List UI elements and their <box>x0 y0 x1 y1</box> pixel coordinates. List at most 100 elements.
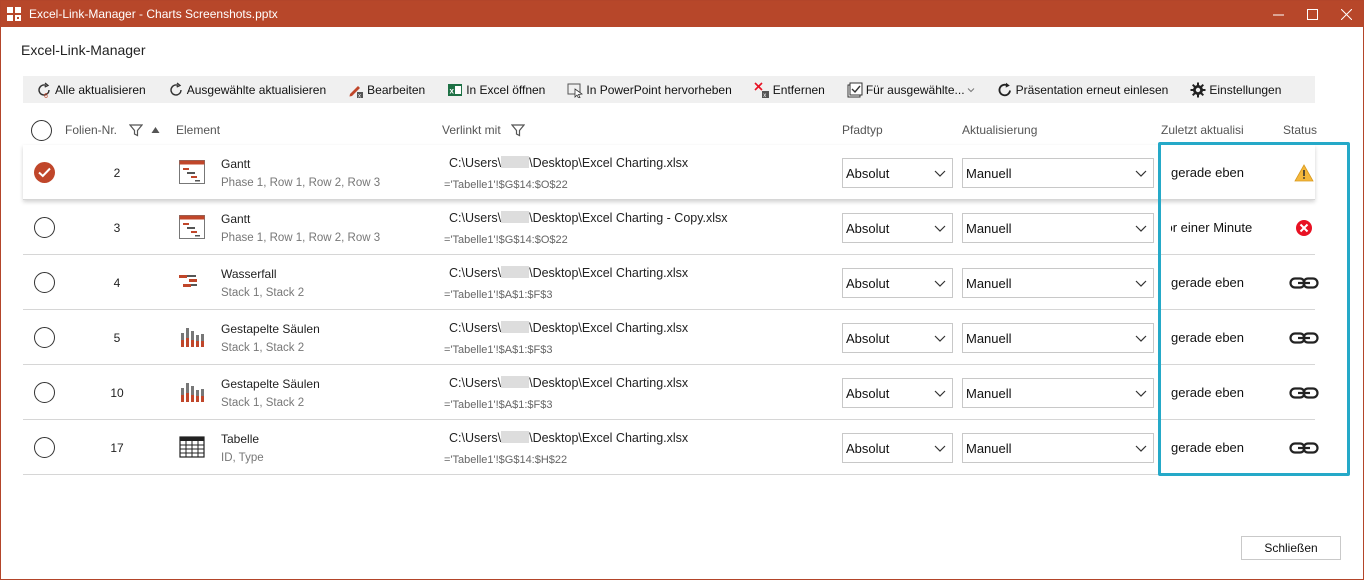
linked-file-path: C:\Users\ \Desktop\Excel Charting.xlsx <box>449 266 688 280</box>
powerpoint-icon <box>7 7 21 21</box>
update-mode-select[interactable]: Manuell <box>962 433 1154 463</box>
table-row[interactable]: 10 Gestapelte Säulen Stack 1, Stack 2 C:… <box>23 365 1319 420</box>
toolbar-button-label: Entfernen <box>772 82 825 97</box>
path-suffix: \Desktop\Excel Charting - Copy.xlsx <box>529 211 728 225</box>
remove-icon: x <box>754 81 770 98</box>
column-header-pfadtyp[interactable]: Pfadtyp <box>842 115 883 145</box>
refresh-all-icon: 6 <box>36 82 52 98</box>
row-select-radio[interactable] <box>34 162 55 183</box>
chevron-down-icon <box>1135 442 1147 457</box>
update-mode-value: Manuell <box>966 330 1012 346</box>
element-name: Gantt <box>221 157 251 171</box>
update-mode-select[interactable]: Manuell <box>962 268 1154 298</box>
gear-icon <box>1190 82 1206 98</box>
dialog-title: Excel-Link-Manager <box>21 42 146 58</box>
column-headers: Folien-Nr. Element Verlinkt mit Pfadtyp … <box>23 115 1317 145</box>
row-select-radio[interactable] <box>34 327 55 348</box>
excel-icon: x <box>447 82 463 98</box>
window-title: Excel-Link-Manager - Charts Screenshots.… <box>29 7 278 21</box>
sort-ascending-icon[interactable] <box>151 115 160 145</box>
title-bar: Excel-Link-Manager - Charts Screenshots.… <box>1 1 1363 27</box>
update-mode-select[interactable]: Manuell <box>962 213 1154 243</box>
update-mode-value: Manuell <box>966 165 1012 181</box>
waterfall-icon <box>179 270 205 294</box>
open-excel-button[interactable]: x In Excel öffnen <box>434 76 554 103</box>
close-button[interactable]: Schließen <box>1241 536 1341 560</box>
element-name: Gantt <box>221 212 251 226</box>
column-header-folie[interactable]: Folien-Nr. <box>65 115 117 145</box>
chevron-down-icon <box>1135 167 1147 182</box>
highlight-ppt-button[interactable]: In PowerPoint hervorheben <box>554 76 740 103</box>
path-type-select[interactable]: Absolut <box>842 268 953 298</box>
path-suffix: \Desktop\Excel Charting.xlsx <box>529 321 689 335</box>
table-row[interactable]: 4 Wasserfall Stack 1, Stack 2 C:\Users\ \… <box>23 255 1319 310</box>
chevron-down-icon <box>934 442 946 457</box>
slide-number: 3 <box>113 220 121 235</box>
chevron-down-icon <box>934 387 946 402</box>
row-select-radio[interactable] <box>34 272 55 293</box>
table-row[interactable]: 17 Tabelle ID, Type C:\Users\ \Desktop\Ex… <box>23 420 1319 475</box>
filter-icon[interactable] <box>129 115 143 145</box>
update-mode-value: Manuell <box>966 440 1012 456</box>
stacked-column-icon <box>179 380 205 404</box>
minimize-button[interactable] <box>1261 1 1295 27</box>
row-select-radio[interactable] <box>34 382 55 403</box>
refresh-all-button[interactable]: 6 Alle aktualisieren <box>23 76 155 103</box>
linked-range: ='Tabelle1'!$A$1:$F$3 <box>444 289 553 301</box>
column-header-element[interactable]: Element <box>176 115 220 145</box>
path-type-select[interactable]: Absolut <box>842 213 953 243</box>
chevron-down-icon <box>934 222 946 237</box>
highlight-icon <box>567 82 584 98</box>
redacted-username <box>501 321 530 333</box>
edit-button[interactable]: x Bearbeiten <box>335 76 434 103</box>
close-window-button[interactable] <box>1329 1 1363 27</box>
table-row[interactable]: 2 Gantt Phase 1, Row 1, Row 2, Row 3 C:\… <box>23 145 1315 200</box>
column-header-verlinkt[interactable]: Verlinkt mit <box>442 115 501 145</box>
element-name: Tabelle <box>221 432 260 446</box>
row-select-radio[interactable] <box>34 437 55 458</box>
slide-number: 17 <box>110 440 124 455</box>
column-header-zuletzt[interactable]: Zuletzt aktualisi <box>1161 115 1251 145</box>
row-select-radio[interactable] <box>34 217 55 238</box>
redacted-username <box>501 376 530 388</box>
update-mode-select[interactable]: Manuell <box>962 323 1154 353</box>
update-mode-select[interactable]: Manuell <box>962 158 1154 188</box>
table-row[interactable]: 5 Gestapelte Säulen Stack 1, Stack 2 C:\… <box>23 310 1319 365</box>
highlight-frame <box>1158 142 1350 476</box>
settings-button[interactable]: Einstellungen <box>1177 76 1290 103</box>
path-type-value: Absolut <box>846 385 890 401</box>
remove-button[interactable]: x Entfernen <box>741 76 834 103</box>
chevron-down-icon <box>934 277 946 292</box>
linked-file-path: C:\Users\ \Desktop\Excel Charting.xlsx <box>449 431 688 445</box>
update-mode-value: Manuell <box>966 275 1012 291</box>
excel-link-manager-window: Excel-Link-Manager - Charts Screenshots.… <box>0 0 1364 580</box>
table-row[interactable]: 3 Gantt Phase 1, Row 1, Row 2, Row 3 C:\… <box>23 200 1315 255</box>
path-type-select[interactable]: Absolut <box>842 378 953 408</box>
linked-file-path: C:\Users\ \Desktop\Excel Charting.xlsx <box>449 376 688 390</box>
maximize-button[interactable] <box>1295 1 1329 27</box>
column-header-aktualisierung[interactable]: Aktualisierung <box>962 115 1037 145</box>
update-mode-select[interactable]: Manuell <box>962 378 1154 408</box>
path-prefix: C:\Users\ <box>449 376 502 390</box>
filter-icon[interactable] <box>511 115 525 145</box>
toolbar-button-label: Alle aktualisieren <box>55 82 146 97</box>
gantt-icon <box>179 215 205 239</box>
redacted-username <box>501 266 530 278</box>
for-selected-button[interactable]: Für ausgewählte... <box>834 76 984 103</box>
path-prefix: C:\Users\ <box>449 266 502 280</box>
toolbar-button-label: Einstellungen <box>1209 82 1282 97</box>
linked-file-path: C:\Users\ \Desktop\Excel Charting - Copy.… <box>449 211 728 225</box>
path-type-select[interactable]: Absolut <box>842 433 953 463</box>
stacked-column-icon <box>179 325 205 349</box>
chevron-down-icon <box>1135 277 1147 292</box>
element-details: Phase 1, Row 1, Row 2, Row 3 <box>221 232 381 244</box>
path-type-select[interactable]: Absolut <box>842 158 953 188</box>
path-type-select[interactable]: Absolut <box>842 323 953 353</box>
reload-presentation-button[interactable]: Präsentation erneut einlesen <box>984 76 1178 103</box>
column-header-status[interactable]: Status <box>1283 115 1317 145</box>
refresh-selected-button[interactable]: Ausgewählte aktualisieren <box>155 76 335 103</box>
path-type-value: Absolut <box>846 330 890 346</box>
select-all-checkbox[interactable] <box>31 115 55 145</box>
element-details: Stack 1, Stack 2 <box>221 287 305 299</box>
toolbar-button-label: In Excel öffnen <box>466 82 546 97</box>
